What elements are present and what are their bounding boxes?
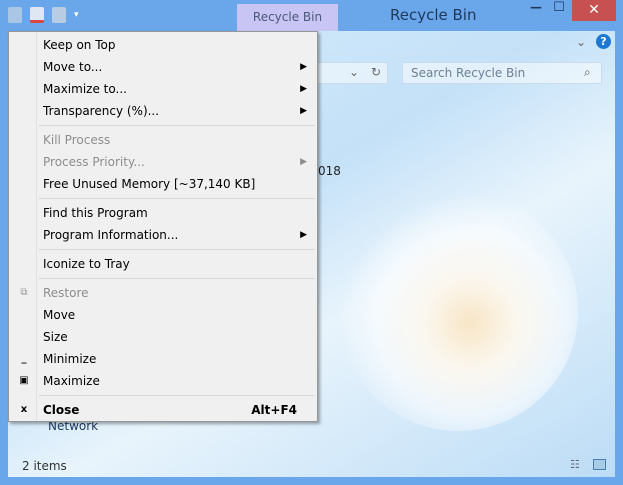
menu-label: Maximize to...: [43, 82, 127, 96]
menu-item-move-to[interactable]: Move to... ▶: [9, 56, 317, 78]
menu-label: Close: [43, 403, 80, 417]
date-modified-text: 018: [318, 164, 341, 178]
close-button[interactable]: ✕: [572, 0, 616, 21]
menu-label: Program Information...: [43, 228, 179, 242]
minimize-button[interactable]: —: [525, 0, 547, 21]
menu-label: Restore: [43, 286, 89, 300]
maximize-icon: ▣: [19, 375, 29, 386]
menu-label: Maximize: [43, 374, 100, 388]
menu-label: Move to...: [43, 60, 103, 74]
submenu-arrow-icon: ▶: [300, 62, 307, 72]
menu-item-iconize-to-tray[interactable]: Iconize to Tray: [9, 253, 317, 275]
menu-separator: [39, 125, 315, 126]
close-shortcut: Alt+F4: [251, 403, 297, 417]
customize-toolbar-icon[interactable]: ▾: [74, 10, 79, 20]
menu-label: Size: [43, 330, 68, 344]
menu-label: Transparency (%)...: [43, 104, 160, 118]
properties-icon[interactable]: [30, 7, 44, 23]
quick-access-toolbar: ▾: [8, 7, 79, 23]
close-icon: x: [20, 404, 28, 415]
menu-item-keep-on-top[interactable]: Keep on Top: [9, 34, 317, 56]
details-view-icon[interactable]: ☷: [570, 458, 580, 471]
menu-item-kill-process: Kill Process: [9, 129, 317, 151]
submenu-arrow-icon: ▶: [300, 157, 307, 167]
large-icons-view-icon[interactable]: [593, 459, 606, 470]
menu-label: Find this Program: [43, 206, 148, 220]
maximize-button[interactable]: ☐: [548, 0, 570, 21]
menu-item-minimize[interactable]: _ Minimize: [9, 348, 317, 370]
menu-item-program-information[interactable]: Program Information... ▶: [9, 224, 317, 246]
menu-item-find-program[interactable]: Find this Program: [9, 202, 317, 224]
recycle-bin-icon[interactable]: [8, 7, 22, 23]
menu-label: Kill Process: [43, 133, 111, 147]
menu-item-restore: ⧉ Restore: [9, 282, 317, 304]
address-bar[interactable]: ⌄ ↻: [308, 62, 388, 84]
menu-label: Minimize: [43, 352, 97, 366]
menu-label: Keep on Top: [43, 38, 116, 52]
menu-item-free-memory[interactable]: Free Unused Memory [~37,140 KB]: [9, 173, 317, 195]
menu-item-transparency[interactable]: Transparency (%)... ▶: [9, 100, 317, 122]
menu-label: Move: [43, 308, 76, 322]
status-item-count: 2 items: [22, 459, 67, 473]
submenu-arrow-icon: ▶: [300, 84, 307, 94]
address-dropdown-icon[interactable]: ⌄: [349, 65, 359, 79]
menu-item-close[interactable]: x Close Alt+F4: [9, 399, 317, 421]
menu-item-size[interactable]: Size: [9, 326, 317, 348]
minimize-icon: _: [21, 353, 27, 364]
refresh-icon[interactable]: ↻: [371, 65, 381, 79]
title-bar: ▾ Recycle Bin Tools Recycle Bin — ☐ ✕: [0, 0, 623, 51]
menu-item-process-priority: Process Priority... ▶: [9, 151, 317, 173]
menu-separator: [39, 278, 315, 279]
menu-separator: [39, 198, 315, 199]
menu-label: Free Unused Memory [~37,140 KB]: [43, 177, 256, 191]
restore-icon: ⧉: [20, 287, 28, 298]
search-input[interactable]: Search Recycle Bin: [402, 62, 602, 84]
help-icon[interactable]: ?: [596, 34, 611, 49]
menu-label: Process Priority...: [43, 155, 145, 169]
submenu-arrow-icon: ▶: [300, 230, 307, 240]
menu-item-maximize-to[interactable]: Maximize to... ▶: [9, 78, 317, 100]
recycle-bin-tools-tab[interactable]: Recycle Bin Tools: [237, 4, 338, 51]
wallpaper-flower: [338, 191, 578, 431]
window-title: Recycle Bin: [390, 6, 477, 24]
explorer-window: ▾ Recycle Bin Tools Recycle Bin — ☐ ✕ ⌄ …: [0, 0, 623, 485]
search-icon: ⌕: [584, 65, 591, 79]
menu-separator: [39, 395, 315, 396]
menu-separator: [39, 249, 315, 250]
expand-ribbon-icon[interactable]: ⌄: [576, 35, 586, 49]
system-context-menu: Keep on Top Move to... ▶ Maximize to... ▶ …: [8, 31, 318, 422]
menu-item-move[interactable]: Move: [9, 304, 317, 326]
submenu-arrow-icon: ▶: [300, 106, 307, 116]
menu-label: Iconize to Tray: [43, 257, 130, 271]
menu-item-maximize[interactable]: ▣ Maximize: [9, 370, 317, 392]
folder-icon[interactable]: [52, 7, 66, 23]
